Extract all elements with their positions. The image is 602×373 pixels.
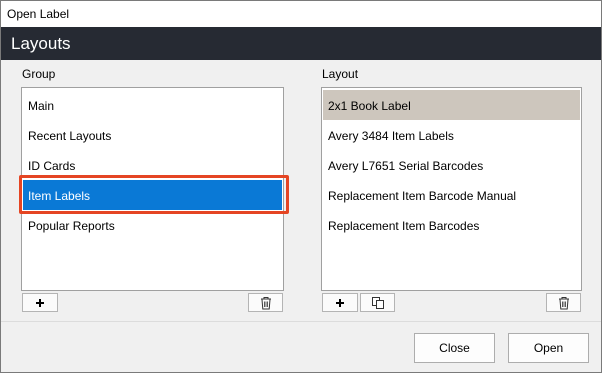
group-item-popular-reports[interactable]: Popular Reports [23, 210, 282, 240]
group-item-recent-layouts[interactable]: Recent Layouts [23, 120, 282, 150]
add-group-button[interactable] [22, 293, 58, 312]
delete-layout-button[interactable] [546, 293, 581, 312]
layout-section-label: Layout [322, 67, 359, 81]
add-layout-button[interactable] [322, 293, 358, 312]
layout-item-2x1-book-label[interactable]: 2x1 Book Label [323, 90, 580, 120]
copy-icon [371, 296, 385, 310]
open-label-dialog: Open Label Layouts Group Main Recent Lay… [0, 0, 602, 373]
layout-item-replacement-barcodes[interactable]: Replacement Item Barcodes [323, 210, 580, 240]
group-section-label: Group [22, 67, 56, 81]
plus-icon [35, 298, 45, 308]
delete-group-button[interactable] [248, 293, 283, 312]
close-button[interactable]: Close [414, 333, 495, 363]
trash-icon [558, 296, 570, 310]
trash-icon [260, 296, 272, 310]
layout-item-avery-l7651[interactable]: Avery L7651 Serial Barcodes [323, 150, 580, 180]
layout-list[interactable]: 2x1 Book Label Avery 3484 Item Labels Av… [321, 87, 582, 291]
page-title: Layouts [1, 27, 601, 60]
group-item-main[interactable]: Main [23, 90, 282, 120]
footer-divider [1, 321, 601, 322]
copy-layout-button[interactable] [360, 293, 395, 312]
plus-icon [335, 298, 345, 308]
selection-highlight-annotation [19, 175, 289, 214]
layout-item-replacement-barcode-manual[interactable]: Replacement Item Barcode Manual [323, 180, 580, 210]
open-button[interactable]: Open [508, 333, 589, 363]
layout-item-avery-3484[interactable]: Avery 3484 Item Labels [323, 120, 580, 150]
window-title: Open Label [1, 1, 601, 27]
